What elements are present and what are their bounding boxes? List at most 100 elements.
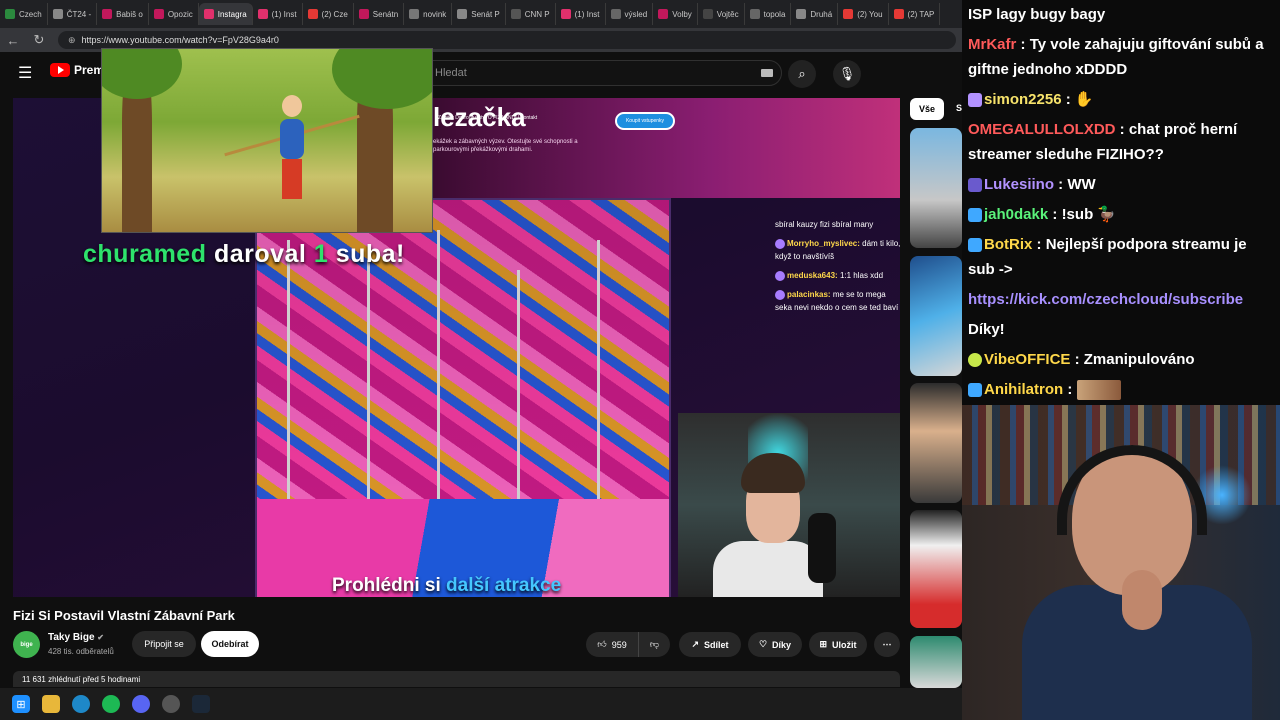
thanks-button[interactable]: ♡ Díky [748, 632, 802, 657]
more-actions-button[interactable]: ⋯ [874, 632, 900, 657]
channel-avatar[interactable]: bige [13, 631, 40, 658]
suggested-video-thumbnail[interactable] [910, 256, 962, 376]
keyboard-icon[interactable] [761, 69, 773, 77]
channel-name[interactable]: Taky Bige ✔ [48, 632, 104, 643]
chat-message: Anihilatron : [968, 377, 1274, 402]
alert-end: suba! [335, 240, 405, 268]
browser-tab[interactable]: výsled [606, 3, 654, 25]
discord-icon[interactable] [132, 695, 150, 713]
overlay-chat-user: Morryho_myslivec: [787, 239, 860, 248]
browser-tab[interactable]: (2) You [838, 3, 889, 25]
chat-link[interactable]: https://kick.com/czechcloud/subscribe [968, 287, 1274, 312]
video-description-box[interactable]: 11 631 zhlédnutí před 5 hodinami [13, 671, 900, 687]
address-bar[interactable]: ⊕ https://www.youtube.com/watch?v=FpV28G… [58, 31, 956, 49]
steam-icon[interactable] [192, 695, 210, 713]
chat-username[interactable]: VibeOFFICE [984, 351, 1070, 368]
back-icon[interactable]: ← [6, 33, 20, 48]
browser-tab[interactable]: Senátn [354, 3, 405, 25]
facecam [678, 413, 900, 597]
subscribe-button[interactable]: Odebírat [201, 631, 259, 657]
suggested-video-thumbnail[interactable] [910, 510, 962, 628]
chat-username[interactable]: BotRix [984, 236, 1032, 253]
suggestions-column: Vše S [910, 98, 962, 688]
tab-favicon-icon [843, 9, 854, 19]
suggested-video-thumbnail[interactable] [910, 383, 962, 503]
thanks-icon: ♡ [758, 639, 768, 649]
browser-tab[interactable]: Vojtěc [698, 3, 745, 25]
badge-icon [968, 353, 982, 368]
browser-tab[interactable]: (2) TAP [889, 3, 941, 25]
search-input[interactable]: Hledat [420, 60, 782, 86]
thanks-label: Díky [772, 639, 792, 650]
chat-username[interactable]: MrKafr [968, 36, 1016, 53]
browser-tab[interactable]: (1) Inst [253, 3, 303, 25]
cartoon-overlay [101, 48, 433, 233]
tab-label: Babiš o [116, 9, 143, 19]
stream-chat-overlay: sbíral kauzy fizi sbíral many Morryho_my… [775, 218, 900, 320]
chat-username[interactable]: OMEGALULLOLXDD [968, 121, 1116, 138]
tab-label: Senátn [372, 9, 399, 19]
chat-message: Lukesiino : WW [968, 172, 1274, 197]
facecam-person [713, 453, 823, 597]
browser-tab[interactable]: Opozic [149, 3, 199, 25]
chat-username[interactable]: Anihilatron [984, 381, 1063, 398]
chat-message: jah0dakk : !sub 🦆 [968, 202, 1274, 227]
save-button[interactable]: ⊞ Uložit [809, 632, 867, 657]
tab-favicon-icon [610, 9, 621, 19]
reload-icon[interactable]: ↻ [32, 32, 46, 48]
join-button[interactable]: Připojit se [132, 631, 196, 657]
cartoon-character [272, 89, 312, 209]
tab-label: (2) Cze [321, 9, 348, 19]
tab-favicon-icon [257, 9, 268, 19]
file-explorer-icon[interactable] [42, 695, 60, 713]
tab-favicon-icon [102, 9, 113, 19]
browser-tab[interactable]: ČT24 - [48, 3, 98, 25]
chat-username[interactable]: simon2256 [984, 91, 1062, 108]
chat-message: OMEGALULLOLXDD : chat proč herní streame… [968, 121, 1238, 163]
chip-all[interactable]: Vše [910, 98, 944, 120]
video-title: Fizi Si Postavil Vlastní Zábavní Park [13, 608, 235, 623]
spotify-icon[interactable] [102, 695, 120, 713]
voice-search-button[interactable]: 🎙 [833, 60, 861, 88]
streamer-hand [1122, 570, 1162, 630]
chat-username[interactable]: jah0dakk [984, 206, 1048, 223]
browser-tab[interactable]: Instagra [198, 3, 253, 25]
chat-username[interactable]: Lukesiino [984, 176, 1054, 193]
browser-tab[interactable]: Druhá [791, 3, 839, 25]
tab-favicon-icon [749, 9, 760, 19]
youtube-logo[interactable]: Premi [50, 63, 107, 77]
browser-tab[interactable]: novink [404, 3, 453, 25]
browser-tab[interactable]: Babiš o [97, 3, 149, 25]
tab-label: (2) TAP [907, 9, 935, 19]
browser-tab[interactable]: (2) Cze [303, 3, 354, 25]
obs-icon[interactable] [162, 695, 180, 713]
overlay-chat-user: palacinkas: [787, 290, 831, 299]
tab-label: výsled [624, 9, 648, 19]
suggested-video-thumbnail[interactable] [910, 636, 962, 688]
browser-tab[interactable]: topola [745, 3, 792, 25]
edge-browser-icon[interactable] [72, 695, 90, 713]
tab-favicon-icon [658, 9, 669, 19]
browser-tab[interactable]: Czech [0, 3, 48, 25]
microphone-icon [808, 513, 836, 583]
search-button[interactable]: ⌕ [788, 60, 816, 88]
view-count: 11 631 zhlédnutí před 5 hodinami [22, 675, 141, 684]
windows-start-icon[interactable]: ⊞ [12, 695, 30, 713]
browser-tab[interactable]: CNN P [506, 3, 556, 25]
browser-tab[interactable]: Senát P [452, 3, 506, 25]
like-button[interactable]: 👍︎ 959 [586, 632, 639, 657]
website-cta-button: Koupit vstupenky [615, 112, 675, 130]
badge-icon [968, 238, 982, 253]
share-button[interactable]: ↗ Sdílet [679, 632, 741, 657]
like-dislike-group: 👍︎ 959 👎︎ [586, 632, 670, 657]
person-shirt [713, 541, 823, 597]
suggested-video-thumbnail[interactable] [910, 128, 962, 248]
browser-tab[interactable]: (1) Inst [556, 3, 606, 25]
hamburger-menu-icon[interactable]: ☰ [18, 63, 32, 83]
badge-icon [775, 270, 785, 281]
emote-image [1076, 380, 1121, 401]
dislike-button[interactable]: 👎︎ [639, 639, 670, 650]
browser-tab[interactable]: Volby [653, 3, 698, 25]
site-info-icon[interactable]: ⊕ [68, 35, 76, 46]
overlay-chat-user: meduska643: [787, 271, 838, 280]
